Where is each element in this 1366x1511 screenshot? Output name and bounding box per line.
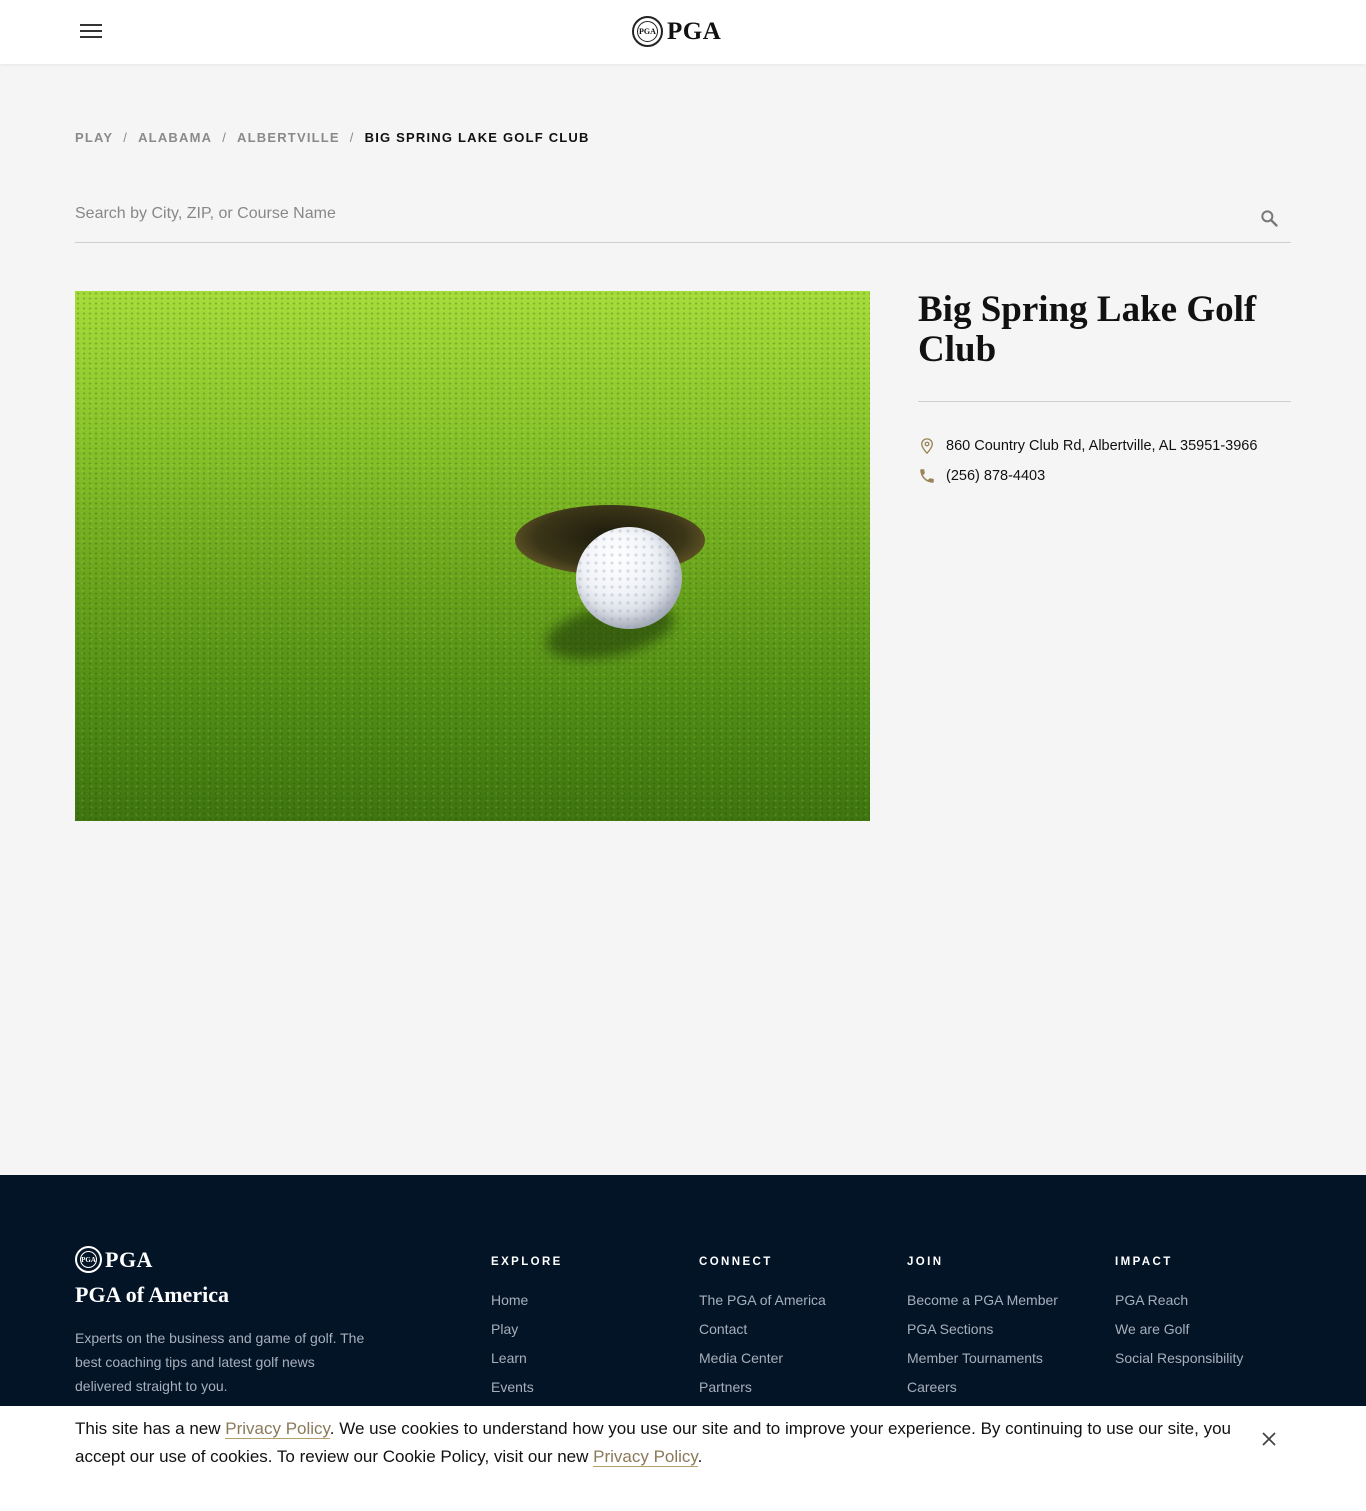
- footer-column-title: IMPACT: [1115, 1256, 1173, 1268]
- footer-column-impact: IMPACT PGA Reach We are Golf Social Resp…: [1115, 1256, 1243, 1378]
- footer-link-pga-of-america[interactable]: The PGA of America: [699, 1291, 826, 1309]
- footer-link-pga-reach[interactable]: PGA Reach: [1115, 1291, 1243, 1309]
- footer-description: Experts on the business and game of golf…: [75, 1330, 365, 1394]
- footer-logo-text: PGA: [105, 1246, 153, 1272]
- cookie-banner: This site has a new Privacy Policy. We u…: [0, 1406, 1366, 1511]
- breadcrumb-separator: /: [349, 130, 355, 145]
- pga-seal-icon: PGA: [632, 16, 663, 47]
- breadcrumb-play[interactable]: PLAY: [75, 130, 113, 145]
- course-photo: [75, 291, 870, 821]
- phone-icon: [920, 469, 934, 483]
- breadcrumb-separator: /: [222, 130, 228, 145]
- footer-column-explore: EXPLORE Home Play Learn Events: [491, 1256, 563, 1407]
- course-phone-row: (256) 878-4403: [918, 467, 1045, 485]
- footer-column-connect: CONNECT The PGA of America Contact Media…: [699, 1256, 826, 1407]
- breadcrumb-current: BIG SPRING LAKE GOLF CLUB: [364, 130, 590, 145]
- search-input[interactable]: [75, 196, 1235, 232]
- pga-seal-icon: PGA: [75, 1246, 102, 1273]
- footer-link-social-responsibility[interactable]: Social Responsibility: [1115, 1349, 1243, 1367]
- breadcrumb: PLAY / ALABAMA / ALBERTVILLE / BIG SPRIN…: [75, 130, 590, 145]
- breadcrumb-separator: /: [123, 130, 129, 145]
- footer-link-play[interactable]: Play: [491, 1320, 563, 1338]
- footer-link-member-tournaments[interactable]: Member Tournaments: [907, 1349, 1058, 1367]
- footer-link-careers[interactable]: Careers: [907, 1378, 1058, 1396]
- footer-link-become-member[interactable]: Become a PGA Member: [907, 1291, 1058, 1309]
- footer-column-join: JOIN Become a PGA Member PGA Sections Me…: [907, 1256, 1058, 1407]
- breadcrumb-state[interactable]: ALABAMA: [138, 130, 212, 145]
- cookie-message: This site has a new Privacy Policy. We u…: [75, 1419, 1231, 1467]
- footer-pga-logo[interactable]: PGA PGA: [75, 1246, 153, 1273]
- divider: [918, 401, 1291, 402]
- course-name: Big Spring Lake Golf Club: [918, 289, 1257, 370]
- privacy-policy-link[interactable]: Privacy Policy: [225, 1419, 330, 1439]
- footer-link-events[interactable]: Events: [491, 1378, 563, 1396]
- footer-column-title: EXPLORE: [491, 1256, 563, 1268]
- footer-link-pga-sections[interactable]: PGA Sections: [907, 1320, 1058, 1338]
- course-search: [75, 196, 1291, 243]
- footer-org-name: PGA of America: [75, 1282, 229, 1307]
- top-navigation-bar: PGA PGA: [0, 0, 1366, 64]
- footer-link-media-center[interactable]: Media Center: [699, 1349, 826, 1367]
- footer-link-contact[interactable]: Contact: [699, 1320, 826, 1338]
- pga-logo[interactable]: PGA PGA: [632, 16, 721, 47]
- location-pin-icon: [921, 438, 933, 455]
- course-address-row: 860 Country Club Rd, Albertville, AL 359…: [918, 437, 1257, 455]
- breadcrumb-city[interactable]: ALBERTVILLE: [237, 130, 340, 145]
- footer-column-title: CONNECT: [699, 1256, 773, 1268]
- hamburger-menu-icon[interactable]: [80, 24, 102, 40]
- pga-logo-text: PGA: [667, 17, 722, 45]
- course-address[interactable]: 860 Country Club Rd, Albertville, AL 359…: [946, 438, 1257, 454]
- footer-link-home[interactable]: Home: [491, 1291, 563, 1309]
- footer-link-we-are-golf[interactable]: We are Golf: [1115, 1320, 1243, 1338]
- search-icon[interactable]: [1259, 208, 1279, 228]
- footer-link-partners[interactable]: Partners: [699, 1378, 826, 1396]
- course-phone[interactable]: (256) 878-4403: [946, 468, 1045, 484]
- footer-link-learn[interactable]: Learn: [491, 1349, 563, 1367]
- footer-column-title: JOIN: [907, 1256, 944, 1268]
- privacy-policy-link[interactable]: Privacy Policy: [593, 1447, 698, 1467]
- golf-ball: [576, 527, 682, 629]
- close-icon[interactable]: [1259, 1429, 1279, 1449]
